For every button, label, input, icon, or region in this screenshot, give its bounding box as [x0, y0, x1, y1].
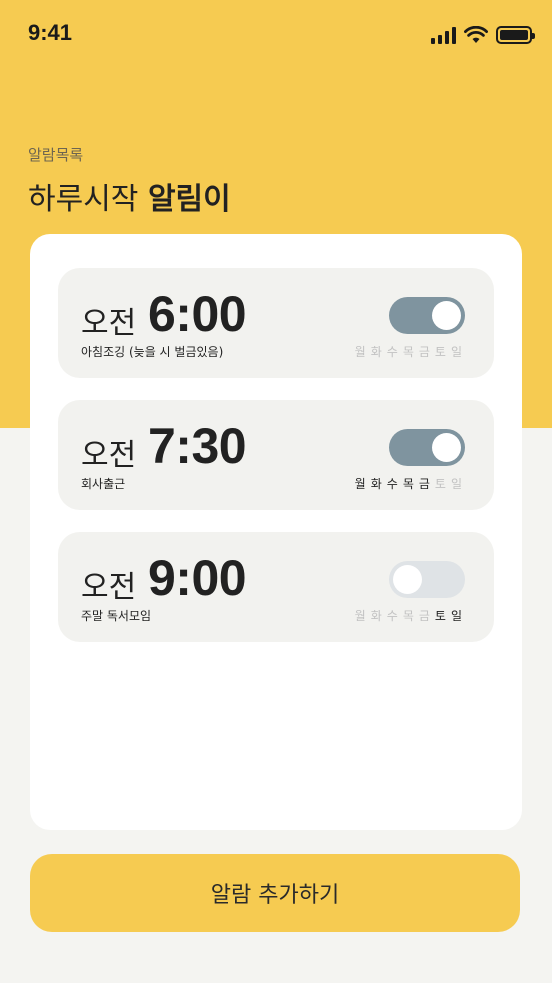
alarm-days: 월화수목금토일 [355, 607, 462, 624]
title-bold: 알림이 [147, 182, 231, 217]
status-bar: 9:41 [0, 0, 552, 70]
add-alarm-button[interactable]: 알람 추가하기 [30, 854, 520, 932]
alarm-label: 회사출근 [81, 477, 126, 491]
day-label: 월 [354, 477, 366, 491]
page-subtitle: 알람목록 [28, 146, 84, 164]
alarm-ampm: 오전 [81, 570, 137, 605]
toggle-knob [393, 565, 422, 594]
day-label: 금 [418, 477, 430, 491]
day-label: 수 [386, 477, 398, 491]
alarm-label: 주말 독서모임 [81, 609, 152, 623]
day-label: 수 [386, 609, 398, 623]
day-label: 수 [386, 345, 398, 359]
battery-icon [496, 26, 535, 44]
alarm-time: 9:00 [148, 550, 247, 606]
day-label: 화 [370, 609, 382, 623]
status-time: 9:41 [28, 20, 73, 45]
day-label: 일 [450, 609, 462, 623]
day-label: 토 [434, 345, 446, 359]
alarm-time: 6:00 [148, 286, 247, 342]
alarm-item[interactable]: 오전 9:00 주말 독서모임 월 화 수 목 금 토 일 [58, 532, 494, 642]
day-label: 월 [354, 345, 366, 359]
day-label: 금 [418, 609, 430, 623]
day-label: 목 [402, 345, 414, 359]
alarm-item[interactable]: 오전 6:00 아침조깅 (늦을 시 벌금있음) 월 화 수 목 금 토 일 [58, 268, 494, 378]
day-label: 금 [418, 345, 430, 359]
day-label: 토 [434, 477, 446, 491]
day-label: 화 [370, 345, 382, 359]
day-label: 월 [354, 609, 366, 623]
alarm-toggle[interactable] [389, 429, 465, 466]
day-label: 일 [450, 477, 462, 491]
alarm-item[interactable]: 오전 7:30 회사출근 월 화 수 목 금 토 일 [58, 400, 494, 510]
alarm-ampm: 오전 [81, 306, 137, 341]
alarm-ampm: 오전 [81, 438, 137, 473]
wifi-icon [464, 26, 488, 43]
status-icons [431, 24, 535, 46]
day-label: 토 [434, 609, 446, 623]
toggle-knob [432, 301, 461, 330]
day-label: 목 [402, 609, 414, 623]
title-regular: 하루시작 [28, 182, 139, 217]
alarm-label: 아침조깅 (늦을 시 벌금있음) [81, 345, 224, 359]
alarm-days: 월화수목금토일 [355, 343, 462, 360]
day-label: 일 [450, 345, 462, 359]
alarm-time: 7:30 [148, 418, 247, 474]
day-label: 목 [402, 477, 414, 491]
alarm-toggle[interactable] [389, 297, 465, 334]
day-label: 화 [370, 477, 382, 491]
cellular-signal-icon [431, 26, 456, 44]
toggle-knob [432, 433, 461, 462]
page-title: 하루시작 알림이 [28, 174, 231, 218]
alarm-toggle[interactable] [389, 561, 465, 598]
alarm-days: 월화수목금토일 [355, 475, 462, 492]
